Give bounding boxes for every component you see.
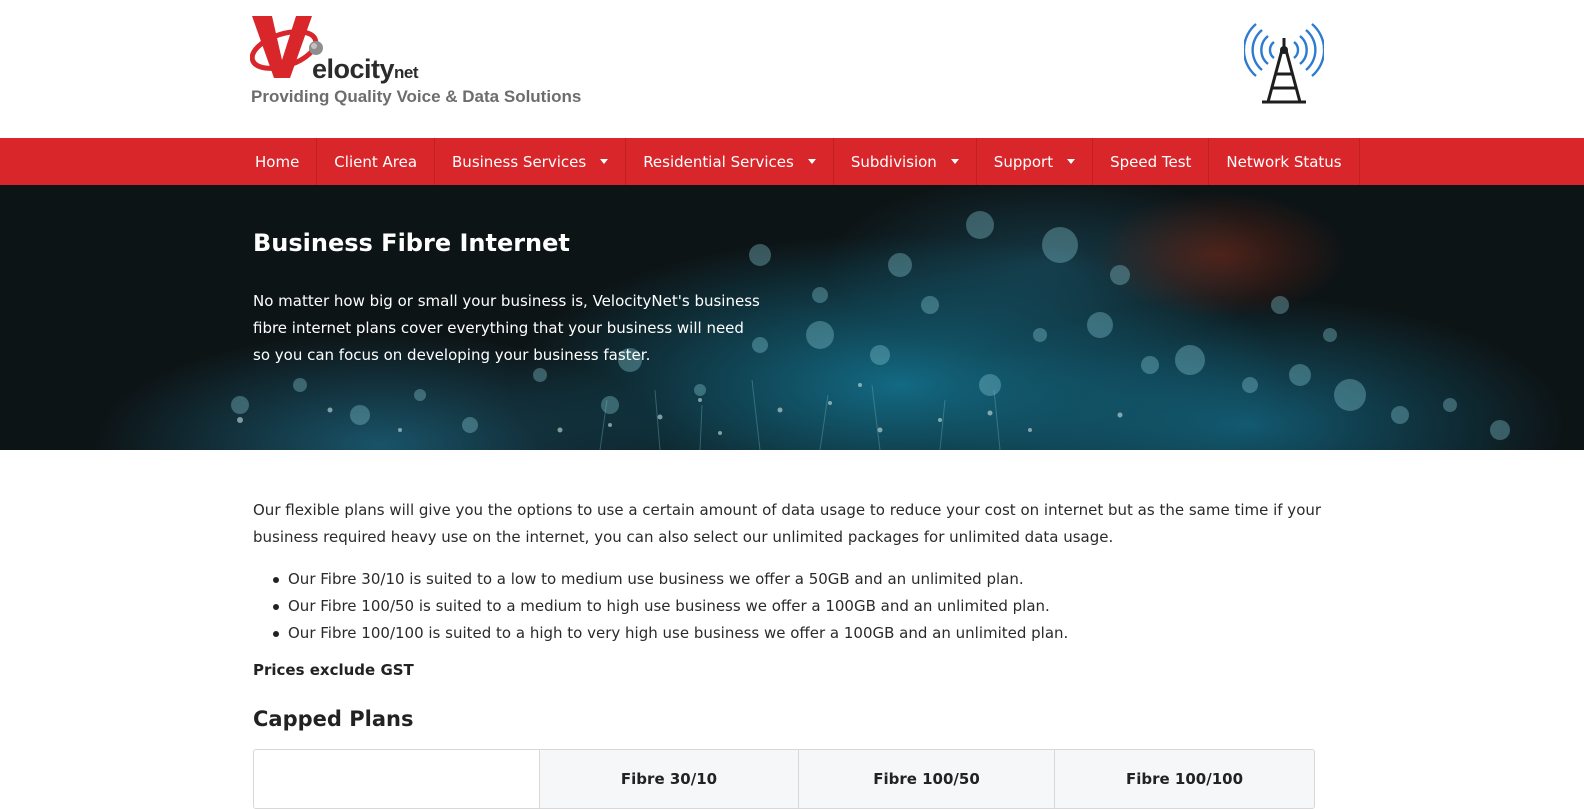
table-header-fibre-100-50: Fibre 100/50 [798, 750, 1054, 808]
main-content: Our flexible plans will give you the opt… [253, 450, 1333, 809]
nav-item-label: Support [993, 152, 1054, 171]
nav-item-client-area[interactable]: Client Area [317, 138, 436, 185]
intro-paragraph: Our flexible plans will give you the opt… [253, 501, 1322, 546]
nav-item-label: Business Services [452, 152, 587, 171]
hero-banner: Business Fibre Internet No matter how bi… [0, 185, 1584, 450]
caret-down-icon [950, 159, 959, 164]
page-title: Business Fibre Internet [253, 229, 570, 257]
table-header-fibre-30-10: Fibre 30/10 [539, 750, 798, 808]
nav-item-business-services[interactable]: Business Services [435, 138, 627, 185]
caret-down-icon [600, 159, 609, 164]
nav-item-speed-test[interactable]: Speed Test [1093, 138, 1210, 185]
caret-down-icon [807, 159, 816, 164]
caret-down-icon [1067, 159, 1076, 164]
capped-plans-heading: Capped Plans [253, 707, 414, 731]
logo-wordmark: elocitynet [312, 54, 419, 84]
logo-tagline: Providing Quality Voice & Data Solutions [251, 87, 582, 106]
fibre-optic-background-image [231, 211, 1510, 450]
nav-item-subdivision[interactable]: Subdivision [834, 138, 977, 185]
plan-feature-list: Our Fibre 30/10 is suited to a low to me… [253, 566, 1333, 647]
velocitynet-logo[interactable]: elocitynet Providing Quality Voice & Dat… [250, 14, 620, 114]
nav-item-home[interactable]: Home [238, 138, 318, 185]
nav-item-label: Speed Test [1110, 152, 1192, 171]
hero-description: No matter how big or small your business… [253, 292, 760, 364]
nav-item-residential-services[interactable]: Residential Services [626, 138, 834, 185]
nav-item-label: Subdivision [850, 152, 937, 171]
table-header-blank [254, 750, 539, 808]
capped-plans-table: Fibre 30/10 Fibre 100/50 Fibre 100/100 [253, 749, 1315, 809]
site-header: elocitynet Providing Quality Voice & Dat… [0, 0, 1584, 138]
nav-item-label: Home [255, 152, 300, 171]
nav-item-network-status[interactable]: Network Status [1209, 138, 1360, 185]
list-item: Our Fibre 100/100 is suited to a high to… [273, 620, 1333, 647]
prices-note: Prices exclude GST [253, 661, 414, 679]
table-header-fibre-100-100: Fibre 100/100 [1054, 750, 1314, 808]
nav-item-label: Residential Services [643, 152, 794, 171]
antenna-tower-icon [1244, 23, 1324, 104]
nav-item-label: Client Area [334, 152, 418, 171]
list-item: Our Fibre 100/50 is suited to a medium t… [273, 593, 1333, 620]
main-nav: Home Client Area Business Services Resid… [0, 138, 1584, 185]
nav-item-support[interactable]: Support [977, 138, 1094, 185]
list-item: Our Fibre 30/10 is suited to a low to me… [273, 566, 1333, 593]
nav-item-label: Network Status [1226, 152, 1342, 171]
